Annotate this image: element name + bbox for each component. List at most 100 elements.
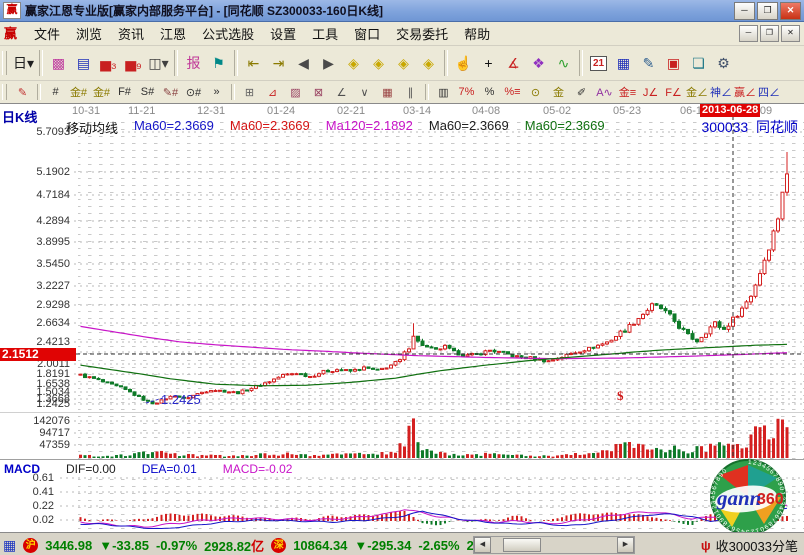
si-angle-icon[interactable]: 四∠ — [757, 83, 781, 101]
menu-item-0[interactable]: 文件 — [26, 22, 68, 45]
menu-item-9[interactable]: 帮助 — [456, 22, 498, 45]
toolbar-separator — [174, 50, 178, 76]
prev-page-icon[interactable]: ◀ — [291, 51, 316, 75]
more-tools-chevron[interactable]: » — [205, 83, 228, 101]
restore-button[interactable]: ❐ — [757, 2, 778, 20]
first-page-icon[interactable]: ⇤ — [241, 51, 266, 75]
toolbar-grip[interactable] — [2, 51, 7, 75]
parallel-lines-icon[interactable]: ∥ — [399, 83, 422, 101]
last-page-icon[interactable]: ⇥ — [266, 51, 291, 75]
toolbar-grip[interactable] — [2, 84, 7, 99]
diamond-left-icon[interactable]: ◈ — [341, 51, 366, 75]
f-angle-icon[interactable]: F∠ — [662, 83, 685, 101]
wave-a-icon[interactable]: A∿ — [593, 83, 616, 101]
scrollbar-thumb[interactable] — [503, 538, 541, 552]
chart-area[interactable]: 日K线 移动均线 Ma60=2.3669Ma60=2.3669Ma120=2.1… — [0, 104, 804, 532]
measure-pen-icon[interactable]: ✐ — [570, 83, 593, 101]
close-button[interactable]: ✕ — [780, 2, 801, 20]
macd-dea-value: DEA=0.01 — [142, 462, 197, 476]
menu-item-8[interactable]: 交易委托 — [388, 22, 456, 45]
child-restore-button[interactable]: ❐ — [760, 25, 779, 42]
export-icon[interactable]: ❏ — [686, 51, 711, 75]
price-axis-label: 2.9298 — [0, 299, 70, 311]
app-menu-icon: 赢 — [4, 26, 20, 42]
pen-grid-icon[interactable]: ✎# — [159, 83, 182, 101]
chart9-icon[interactable]: ▅₉ — [121, 51, 146, 75]
next-page-icon[interactable]: ▶ — [316, 51, 341, 75]
gann-box-icon[interactable]: ▨ — [284, 83, 307, 101]
market-overview-icon[interactable]: ▩ — [46, 51, 71, 75]
menu-item-7[interactable]: 窗口 — [346, 22, 388, 45]
chart9-icon: ▅₉ — [125, 55, 141, 72]
notes-icon[interactable]: ✎ — [636, 51, 661, 75]
gann-grid-icon[interactable]: # — [44, 83, 67, 101]
volume-axis-label: 47359 — [0, 439, 70, 451]
price-ruler-icon[interactable]: ▥ — [432, 83, 455, 101]
calculator-icon[interactable]: ▦ — [611, 51, 636, 75]
status-scrollbar[interactable]: ◀ ▶ — [473, 536, 635, 554]
gann-shape-icon[interactable]: ❖ — [526, 51, 551, 75]
scroll-right-arrow-icon[interactable]: ▶ — [617, 537, 634, 553]
diamond-full-icon[interactable]: ◈ — [416, 51, 441, 75]
bao-report-icon[interactable]: 报 — [181, 51, 206, 75]
menu-item-5[interactable]: 设置 — [262, 22, 304, 45]
j-angle-icon[interactable]: J∠ — [639, 83, 662, 101]
wave-tool-icon[interactable]: ∿ — [551, 51, 576, 75]
box-tool-icon[interactable]: ⊞ — [238, 83, 261, 101]
menu-item-2[interactable]: 资讯 — [110, 22, 152, 45]
zigzag-icon[interactable]: ∨ — [353, 83, 376, 101]
gann-box2-icon[interactable]: ⊠ — [307, 83, 330, 101]
crosshair-icon[interactable]: + — [476, 51, 501, 75]
fib-grid-icon[interactable]: F# — [113, 83, 136, 101]
gann-gold-grid2-icon[interactable]: 金# — [90, 83, 113, 101]
child-close-button[interactable]: ✕ — [781, 25, 800, 42]
colored-flag-chart-icon[interactable]: ⚑ — [206, 51, 231, 75]
child-minimize-button[interactable]: ─ — [739, 25, 758, 42]
angle-measure-icon[interactable]: ∡ — [501, 51, 526, 75]
percent7-icon[interactable]: 7% — [455, 83, 478, 101]
win-angle-icon[interactable]: 赢∠ — [733, 83, 757, 101]
app-icon: 赢 — [3, 2, 21, 19]
gann-gold-grid-icon[interactable]: 金# — [67, 83, 90, 101]
gold-angle2-icon: 金∠ — [686, 84, 708, 100]
macd-axis-label: 0.41 — [0, 486, 54, 498]
fan-lines-icon[interactable]: ⊿ — [261, 83, 284, 101]
gold-lines-icon[interactable]: 金 — [547, 83, 570, 101]
percent-icon[interactable]: % — [478, 83, 501, 101]
volume-axis-label: 142076 — [0, 415, 70, 427]
gold-angle2-icon[interactable]: 金∠ — [685, 83, 709, 101]
macd-pane-label: MACD — [4, 462, 40, 476]
angle-fan-icon[interactable]: ∠ — [330, 83, 353, 101]
quote-grid-icon[interactable]: ▦ — [3, 537, 16, 554]
gold-angle-icon[interactable]: 金≡ — [616, 83, 639, 101]
shen-angle-icon[interactable]: 神∠ — [709, 83, 733, 101]
minimize-button[interactable]: ─ — [734, 2, 755, 20]
spiral-grid-icon: S# — [141, 86, 154, 98]
candle-style-dropdown[interactable]: ◫▾ — [146, 51, 171, 75]
f10-info-icon[interactable]: ▤ — [71, 51, 96, 75]
notes-icon: ✎ — [643, 55, 655, 72]
square-grid-icon[interactable]: ▦ — [376, 83, 399, 101]
menu-item-4[interactable]: 公式选股 — [194, 22, 262, 45]
trade-delivery-icon[interactable]: ⚙ — [711, 51, 736, 75]
drag-hand-icon[interactable]: ☝ — [451, 51, 476, 75]
brush-icon[interactable]: ✎ — [11, 83, 34, 101]
feed-label: 收300033分笔 — [716, 536, 798, 555]
stock-name: 同花顺 — [756, 119, 798, 135]
calendar-icon[interactable]: 21 — [586, 51, 611, 75]
diamond-expand-icon[interactable]: ◈ — [391, 51, 416, 75]
scroll-left-arrow-icon[interactable]: ◀ — [474, 537, 491, 553]
clock-grid-icon[interactable]: ⊙# — [182, 83, 205, 101]
spiral-grid-icon[interactable]: S# — [136, 83, 159, 101]
menu-item-6[interactable]: 工具 — [304, 22, 346, 45]
menu-item-3[interactable]: 江恩 — [152, 22, 194, 45]
save-icon[interactable]: ▣ — [661, 51, 686, 75]
percent-lines-icon[interactable]: %≡ — [501, 83, 524, 101]
toolbar-separator — [37, 84, 41, 101]
diamond-right-icon[interactable]: ◈ — [366, 51, 391, 75]
gold-circle-icon[interactable]: ⊙ — [524, 83, 547, 101]
chart3-icon[interactable]: ▅₃ — [96, 51, 121, 75]
kline-period-dropdown[interactable]: 日▾ — [11, 51, 36, 75]
menu-item-1[interactable]: 浏览 — [68, 22, 110, 45]
logo-360-text: 360 — [757, 491, 784, 508]
